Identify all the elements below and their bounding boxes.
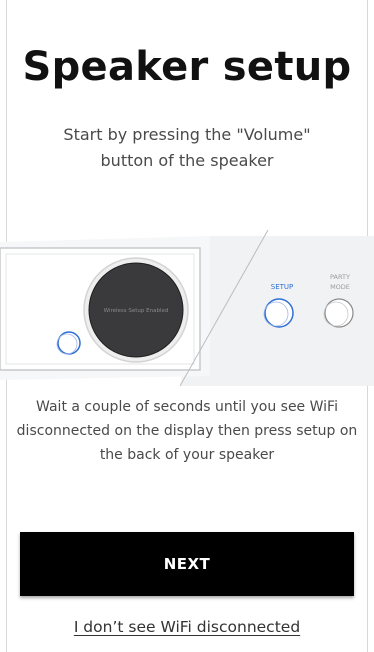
page-title: Speaker setup [22, 44, 352, 90]
speaker-setup-screen: Speaker setup Start by pressing the "Vol… [0, 0, 374, 652]
party-mode-button-icon [324, 298, 354, 328]
knob-display-text: Wireless Setup Enabled [104, 308, 169, 314]
setup-button-icon [264, 298, 294, 328]
wifi-not-disconnected-link[interactable]: I don’t see WiFi disconnected [0, 618, 374, 636]
party-mode-label-line2: MODE [330, 283, 350, 291]
setup-label: SETUP [271, 283, 294, 291]
speaker-illustration: Wireless Setup Enabled SETUP PARTY MODE [0, 226, 374, 386]
setup-instructions: Wait a couple of seconds until you see W… [16, 399, 358, 463]
next-button[interactable]: NEXT [20, 532, 354, 596]
page-subtitle: Start by pressing the "Volume" button of… [63, 125, 311, 170]
speaker-panel-illustration: Wireless Setup Enabled SETUP PARTY MODE [0, 229, 374, 386]
party-mode-label-line1: PARTY [330, 273, 350, 281]
